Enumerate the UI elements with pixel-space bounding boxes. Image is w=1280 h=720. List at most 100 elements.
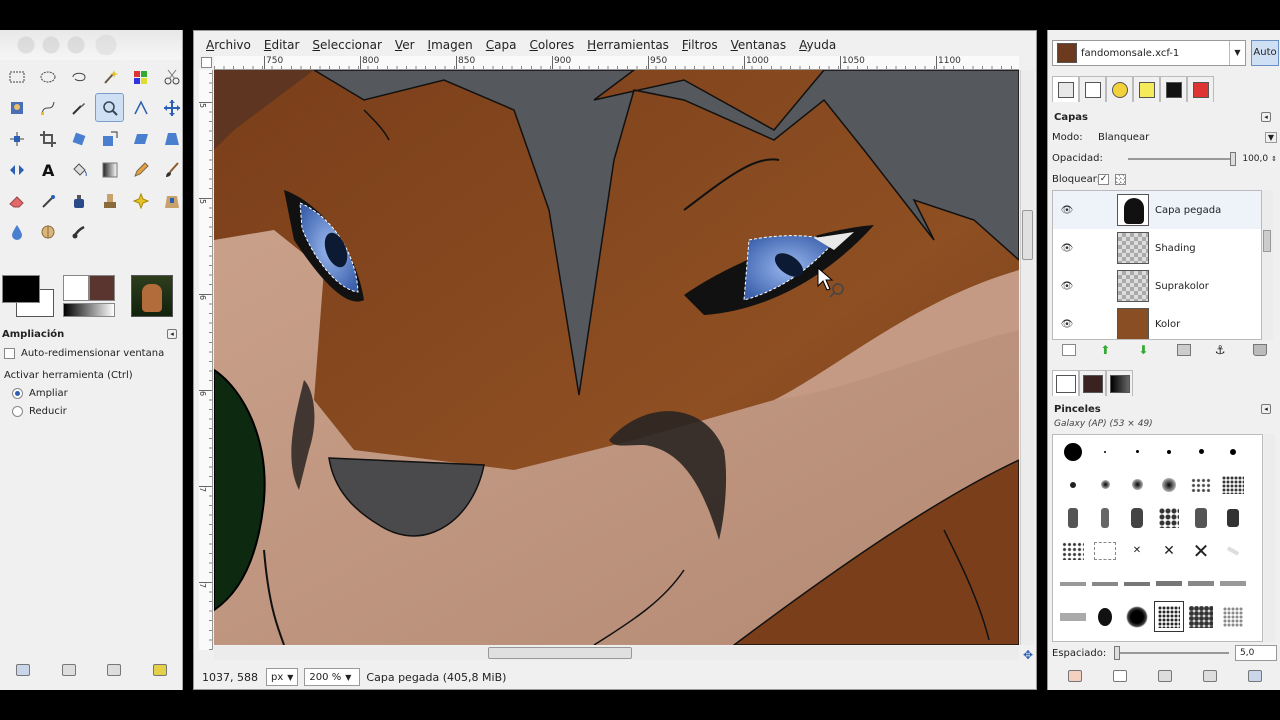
brush-item[interactable] (1089, 468, 1121, 501)
vertical-scroll-thumb[interactable] (1022, 210, 1033, 260)
spacing-input[interactable]: 5,0 (1235, 645, 1277, 661)
paintbrush-icon[interactable] (157, 155, 182, 184)
zoom-out-radio[interactable] (12, 405, 23, 417)
gradient-indicator[interactable] (63, 303, 115, 317)
lasso-icon[interactable] (64, 62, 93, 91)
layer-row[interactable]: 👁 Capa pegada (1053, 191, 1261, 229)
menu-seleccionar[interactable]: Seleccionar (306, 35, 389, 55)
brush-item[interactable] (1089, 600, 1121, 633)
anchor-layer-icon[interactable]: ⚓ (1215, 344, 1229, 356)
brush-item[interactable] (1185, 600, 1217, 633)
menu-editar[interactable]: Editar (258, 35, 307, 55)
mode-select[interactable]: Blanquear (1098, 132, 1265, 143)
horizontal-scroll-thumb[interactable] (488, 647, 632, 659)
brush-item[interactable] (1057, 501, 1089, 534)
active-image-thumbnail[interactable] (131, 275, 173, 317)
brush-item[interactable] (1121, 468, 1153, 501)
lower-layer-icon[interactable]: ⬇ (1138, 344, 1152, 356)
panel-menu-icon[interactable]: ◂ (1261, 112, 1271, 122)
tab-paths[interactable] (1079, 76, 1106, 102)
brush-pattern-gradient-indicators[interactable] (63, 275, 115, 319)
brush-item[interactable] (1057, 435, 1089, 468)
refresh-brushes-icon[interactable] (1247, 670, 1262, 682)
duplicate-layer-icon[interactable] (1176, 344, 1191, 356)
brush-item[interactable] (1121, 567, 1153, 600)
brush-item[interactable] (1217, 534, 1249, 567)
brush-grid-scrollbar[interactable] (1264, 434, 1275, 642)
menu-archivo[interactable]: Archivo (200, 35, 258, 55)
brush-item[interactable] (1217, 501, 1249, 534)
edit-brush-icon[interactable] (1067, 670, 1082, 682)
tab-layers[interactable] (1052, 76, 1079, 102)
save-options-icon[interactable] (15, 664, 30, 676)
brush-item[interactable] (1153, 435, 1185, 468)
ink-icon[interactable] (64, 186, 93, 215)
menu-ayuda[interactable]: Ayuda (793, 35, 843, 55)
brush-item[interactable] (1121, 435, 1153, 468)
opacity-value[interactable]: 100,0 (1242, 154, 1268, 164)
eye-icon[interactable]: 👁 (1053, 243, 1081, 254)
reset-options-icon[interactable] (153, 664, 168, 676)
brush-item[interactable] (1185, 501, 1217, 534)
bucket-fill-icon[interactable] (64, 155, 93, 184)
restore-options-icon[interactable] (61, 664, 76, 676)
zoom-out-option[interactable]: Reducir (0, 402, 182, 420)
spin-icon[interactable]: ⇕ (1271, 155, 1277, 163)
layer-row[interactable]: 👁 Suprakolor (1053, 267, 1261, 305)
layer-name[interactable]: Shading (1155, 243, 1196, 254)
vertical-ruler[interactable]: 5 5 6 6 7 7 (199, 70, 213, 650)
eye-icon[interactable]: 👁 (1053, 281, 1081, 292)
brush-item-selected[interactable] (1153, 600, 1185, 633)
auto-resize-checkbox[interactable] (4, 347, 15, 359)
tab-undo[interactable] (1106, 76, 1133, 102)
raise-layer-icon[interactable]: ⬆ (1100, 344, 1114, 356)
rotate-icon[interactable] (64, 124, 93, 153)
dodge-burn-icon[interactable] (33, 217, 62, 246)
align-icon[interactable] (2, 124, 31, 153)
image-selector[interactable]: fandomonsale.xcf-1 ▼ (1052, 40, 1246, 66)
spacing-slider[interactable] (1114, 646, 1229, 660)
brush-item[interactable] (1153, 567, 1185, 600)
panel-menu-icon[interactable]: ◂ (1261, 404, 1271, 414)
chevron-down-icon[interactable]: ▼ (1265, 132, 1277, 143)
brush-item[interactable] (1217, 435, 1249, 468)
zoom-in-option[interactable]: Ampliar (0, 384, 182, 402)
layer-row[interactable]: 👁 Kolor (1053, 305, 1261, 339)
menu-ver[interactable]: Ver (389, 35, 422, 55)
brush-item[interactable] (1185, 567, 1217, 600)
rect-select-icon[interactable] (2, 62, 31, 91)
menu-filtros[interactable]: Filtros (676, 35, 725, 55)
delete-options-icon[interactable] (107, 664, 122, 676)
opacity-slider-knob[interactable] (1230, 151, 1237, 166)
brush-item[interactable] (1089, 435, 1121, 468)
lock-pixels-checkbox[interactable]: ✓ (1098, 174, 1109, 185)
fg-bg-color-swatches[interactable] (2, 275, 56, 319)
menu-imagen[interactable]: Imagen (422, 35, 480, 55)
tab-brushes[interactable] (1052, 370, 1079, 396)
layer-name[interactable]: Suprakolor (1155, 281, 1209, 292)
zoom-in-radio[interactable] (12, 387, 23, 399)
image-canvas[interactable] (214, 70, 1019, 645)
clone-icon[interactable] (95, 186, 124, 215)
zoom-selector[interactable]: 200 % ▼ (304, 668, 361, 686)
unit-selector[interactable]: px ▼ (266, 668, 299, 686)
zoom-icon[interactable] (95, 93, 124, 122)
tab-palettes[interactable] (1187, 76, 1214, 102)
vertical-scrollbar[interactable] (1020, 70, 1034, 645)
panel-menu-icon[interactable]: ◂ (167, 329, 177, 339)
auto-resize-option[interactable]: Auto-redimensionar ventana (0, 344, 182, 362)
color-picker-icon[interactable] (64, 93, 93, 122)
eraser-icon[interactable] (2, 186, 31, 215)
layer-name[interactable]: Capa pegada (1155, 205, 1221, 216)
tab-patterns[interactable] (1079, 370, 1106, 396)
text-icon[interactable]: A (33, 155, 62, 184)
horizontal-ruler[interactable]: 750 800 850 900 950 1000 1050 1100 (214, 56, 1019, 70)
brush-item[interactable] (1121, 501, 1153, 534)
tab-channels[interactable] (1133, 76, 1160, 102)
menu-colores[interactable]: Colores (523, 35, 581, 55)
brush-item[interactable] (1185, 435, 1217, 468)
new-brush-icon[interactable] (1112, 670, 1127, 682)
brush-item[interactable] (1089, 534, 1121, 567)
crop-icon[interactable] (33, 124, 62, 153)
brush-item[interactable] (1057, 600, 1089, 633)
